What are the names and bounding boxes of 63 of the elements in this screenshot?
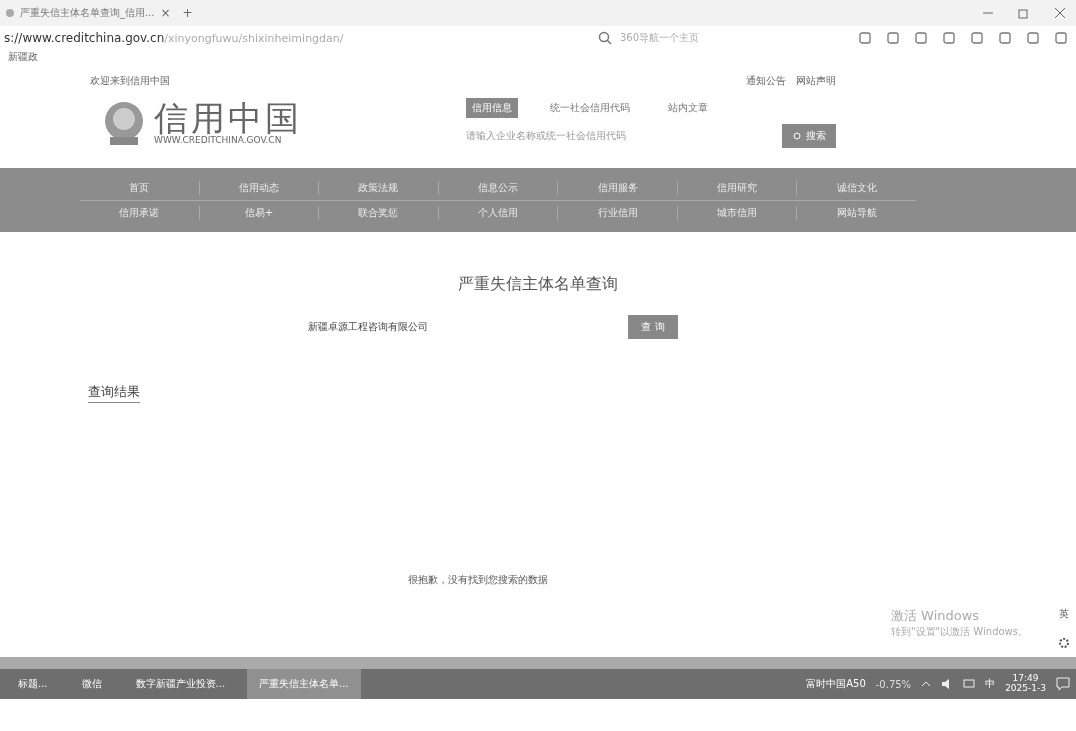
ime-label[interactable]: 英 xyxy=(1059,607,1069,621)
taskbar-app[interactable]: 微信 xyxy=(69,669,114,699)
nav-item[interactable]: 政策法规 xyxy=(318,180,438,195)
query-button[interactable]: 查 询 xyxy=(628,315,678,339)
bookmark-item[interactable]: 新疆政 xyxy=(8,51,38,62)
toolbar-icon[interactable] xyxy=(970,31,984,45)
close-icon[interactable] xyxy=(1054,7,1066,19)
nav-item[interactable]: 信用动态 xyxy=(198,180,319,195)
nav-item[interactable]: 信易+ xyxy=(198,205,319,220)
toolbar-icon[interactable] xyxy=(1026,31,1040,45)
nav-item[interactable]: 信用承诺 xyxy=(80,205,199,220)
activation-title: 激活 Windows xyxy=(890,607,981,625)
logo-subtitle: WWW.CREDITCHINA.GOV.CN xyxy=(154,135,282,145)
taskbar-app[interactable]: 标题... xyxy=(6,669,60,699)
nav-item[interactable]: 联合奖惩 xyxy=(318,205,438,220)
page-title: 严重失信主体名单查询 xyxy=(458,274,618,295)
toolbar-icon[interactable] xyxy=(1054,31,1068,45)
logo-title: 信用中国 xyxy=(154,101,302,135)
taskbar-app[interactable]: 严重失信主体名单... xyxy=(247,669,361,699)
chevron-up-icon[interactable] xyxy=(921,679,932,689)
toolbar-icon[interactable] xyxy=(858,31,872,45)
search-tab[interactable]: 站内文章 xyxy=(662,98,714,118)
top-link[interactable]: 通知公告 xyxy=(746,74,786,88)
top-link[interactable]: 网站声明 xyxy=(796,74,836,88)
toolbar-icon[interactable] xyxy=(942,31,956,45)
search-tab[interactable]: 信用信息 xyxy=(466,98,518,118)
ime-indicator[interactable]: 中 xyxy=(985,677,996,691)
taskbar-app[interactable]: 数字新疆产业投资... xyxy=(123,669,238,699)
address-bar[interactable]: s://www.creditchina.gov.cn/xinyongfuwu/shixinheimingdan/ xyxy=(4,31,344,45)
nav-item[interactable]: 信用研究 xyxy=(676,180,797,195)
nav-item[interactable]: 信息公示 xyxy=(437,180,558,195)
tab-close-button[interactable]: × xyxy=(160,6,171,20)
nav-item[interactable]: 信用服务 xyxy=(557,180,677,195)
query-field[interactable]: 新疆卓源工程咨询有限公司 xyxy=(308,320,428,334)
nav-item[interactable]: 网站导航 xyxy=(796,205,917,220)
browser-tab[interactable]: 严重失信主体名单查询_信用... × xyxy=(6,6,171,20)
nav-item[interactable]: 城市信用 xyxy=(676,205,797,220)
nav-item[interactable]: 首页 xyxy=(80,180,199,195)
ticker-name[interactable]: 富时中国A50 xyxy=(806,677,866,691)
page-icon xyxy=(6,9,14,17)
welcome-text: 欢迎来到信用中国 xyxy=(90,74,170,88)
toolbar-icon[interactable] xyxy=(914,31,928,45)
window-restore-icon[interactable] xyxy=(1018,7,1030,19)
new-tab-button[interactable]: + xyxy=(182,6,193,20)
search-icon xyxy=(792,131,802,141)
empty-message: 很抱歉，没有找到您搜索的数据 xyxy=(407,573,549,587)
results-heading: 查询结果 xyxy=(88,384,140,403)
tab-title: 严重失信主体名单查询_信用... xyxy=(20,6,155,20)
nav-item[interactable]: 行业信用 xyxy=(557,205,677,220)
clock-date[interactable]: 2025-1-3 xyxy=(1005,684,1046,694)
notification-icon[interactable] xyxy=(1056,677,1070,691)
nav-item[interactable]: 个人信用 xyxy=(437,205,558,220)
activation-text: 转到"设置"以激活 Windows。 xyxy=(890,625,1028,639)
ticker-change: -0.75% xyxy=(875,678,912,690)
toolbar-icon[interactable] xyxy=(886,31,900,45)
search-button[interactable]: 搜索 xyxy=(782,124,836,148)
clock-time[interactable]: 17:49 xyxy=(1012,674,1039,684)
search-tab[interactable]: 统一社会信用代码 xyxy=(544,98,636,118)
emblem-icon xyxy=(102,99,146,147)
nav-item[interactable]: 诚信文化 xyxy=(796,180,917,195)
toolbar-icon[interactable] xyxy=(998,31,1012,45)
network-icon[interactable] xyxy=(963,678,976,690)
search-icon[interactable] xyxy=(598,31,612,45)
